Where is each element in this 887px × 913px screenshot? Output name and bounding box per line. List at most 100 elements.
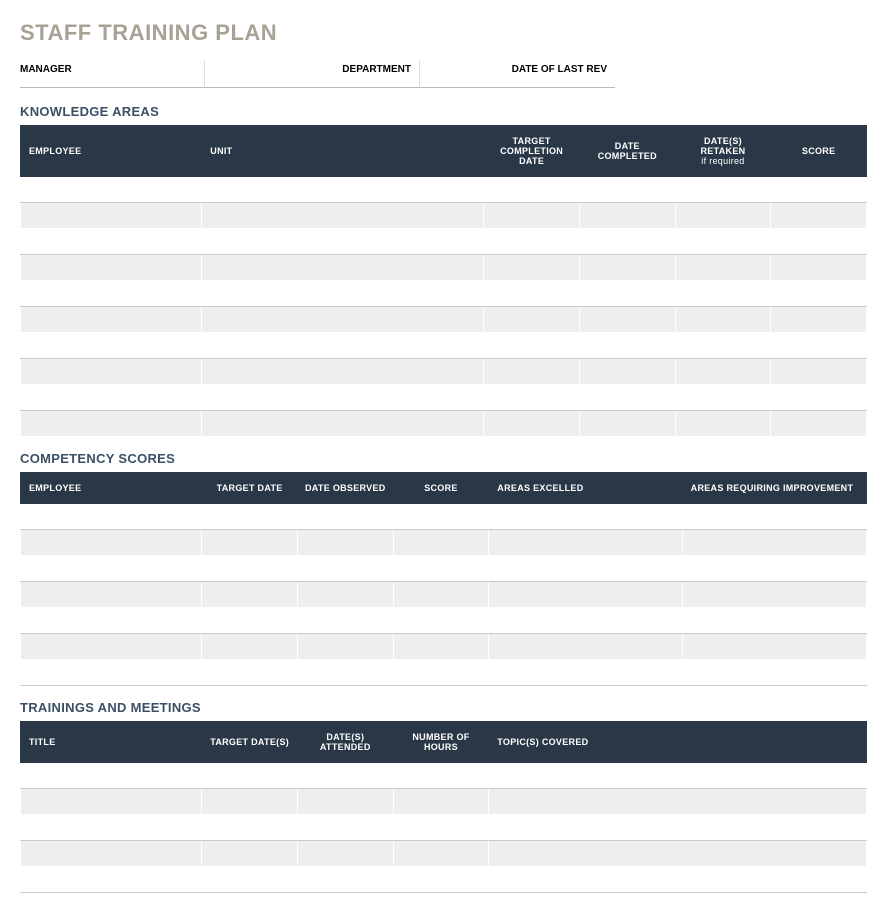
cell-target_dates[interactable]: [202, 841, 298, 867]
cell-hours[interactable]: [393, 763, 489, 789]
cell-score[interactable]: [393, 504, 489, 530]
cell-target_completion[interactable]: [484, 333, 580, 359]
cell-target_date[interactable]: [202, 556, 298, 582]
cell-dates_retaken[interactable]: [675, 229, 771, 255]
cell-score[interactable]: [771, 359, 867, 385]
cell-date_completed[interactable]: [579, 411, 675, 437]
cell-date_observed[interactable]: [297, 504, 393, 530]
cell-target_completion[interactable]: [484, 411, 580, 437]
cell-hours[interactable]: [393, 815, 489, 841]
cell-dates_retaken[interactable]: [675, 177, 771, 203]
cell-target_completion[interactable]: [484, 307, 580, 333]
cell-areas_improvement[interactable]: [682, 634, 866, 660]
cell-dates_attended[interactable]: [297, 841, 393, 867]
cell-target_dates[interactable]: [202, 789, 298, 815]
cell-target_date[interactable]: [202, 530, 298, 556]
cell-dates_retaken[interactable]: [675, 307, 771, 333]
cell-unit[interactable]: [202, 177, 484, 203]
cell-score[interactable]: [393, 530, 489, 556]
cell-date_observed[interactable]: [297, 582, 393, 608]
cell-employee[interactable]: [21, 177, 202, 203]
cell-employee[interactable]: [21, 530, 202, 556]
cell-target_completion[interactable]: [484, 203, 580, 229]
cell-date_completed[interactable]: [579, 385, 675, 411]
cell-employee[interactable]: [21, 634, 202, 660]
cell-areas_excelled[interactable]: [489, 660, 682, 686]
cell-areas_improvement[interactable]: [682, 582, 866, 608]
cell-dates_attended[interactable]: [297, 815, 393, 841]
cell-dates_attended[interactable]: [297, 867, 393, 893]
cell-title[interactable]: [21, 789, 202, 815]
cell-date_completed[interactable]: [579, 281, 675, 307]
cell-employee[interactable]: [21, 660, 202, 686]
cell-employee[interactable]: [21, 411, 202, 437]
cell-score[interactable]: [393, 582, 489, 608]
cell-date_completed[interactable]: [579, 203, 675, 229]
cell-target_completion[interactable]: [484, 229, 580, 255]
cell-employee[interactable]: [21, 281, 202, 307]
cell-unit[interactable]: [202, 229, 484, 255]
cell-topics[interactable]: [489, 867, 867, 893]
cell-dates_retaken[interactable]: [675, 255, 771, 281]
cell-dates_retaken[interactable]: [675, 333, 771, 359]
cell-title[interactable]: [21, 815, 202, 841]
cell-unit[interactable]: [202, 359, 484, 385]
cell-topics[interactable]: [489, 763, 867, 789]
cell-hours[interactable]: [393, 841, 489, 867]
cell-date_observed[interactable]: [297, 660, 393, 686]
cell-areas_improvement[interactable]: [682, 530, 866, 556]
cell-dates_retaken[interactable]: [675, 385, 771, 411]
cell-areas_improvement[interactable]: [682, 660, 866, 686]
cell-hours[interactable]: [393, 867, 489, 893]
cell-target_dates[interactable]: [202, 763, 298, 789]
cell-date_observed[interactable]: [297, 608, 393, 634]
cell-areas_excelled[interactable]: [489, 582, 682, 608]
cell-unit[interactable]: [202, 203, 484, 229]
cell-target_dates[interactable]: [202, 815, 298, 841]
cell-unit[interactable]: [202, 255, 484, 281]
cell-dates_retaken[interactable]: [675, 203, 771, 229]
cell-target_date[interactable]: [202, 608, 298, 634]
cell-unit[interactable]: [202, 385, 484, 411]
cell-score[interactable]: [771, 177, 867, 203]
cell-score[interactable]: [771, 333, 867, 359]
cell-score[interactable]: [771, 307, 867, 333]
cell-areas_improvement[interactable]: [682, 504, 866, 530]
cell-date_observed[interactable]: [297, 634, 393, 660]
cell-score[interactable]: [393, 634, 489, 660]
cell-title[interactable]: [21, 763, 202, 789]
cell-employee[interactable]: [21, 359, 202, 385]
cell-score[interactable]: [771, 281, 867, 307]
cell-date_observed[interactable]: [297, 556, 393, 582]
cell-areas_excelled[interactable]: [489, 556, 682, 582]
cell-score[interactable]: [771, 255, 867, 281]
cell-topics[interactable]: [489, 841, 867, 867]
cell-topics[interactable]: [489, 815, 867, 841]
cell-dates_retaken[interactable]: [675, 359, 771, 385]
cell-score[interactable]: [393, 660, 489, 686]
cell-unit[interactable]: [202, 411, 484, 437]
cell-employee[interactable]: [21, 385, 202, 411]
cell-employee[interactable]: [21, 504, 202, 530]
cell-unit[interactable]: [202, 307, 484, 333]
cell-employee[interactable]: [21, 582, 202, 608]
cell-employee[interactable]: [21, 307, 202, 333]
cell-areas_excelled[interactable]: [489, 608, 682, 634]
cell-areas_excelled[interactable]: [489, 634, 682, 660]
cell-employee[interactable]: [21, 203, 202, 229]
cell-target_date[interactable]: [202, 634, 298, 660]
cell-date_completed[interactable]: [579, 333, 675, 359]
cell-title[interactable]: [21, 867, 202, 893]
cell-score[interactable]: [393, 556, 489, 582]
cell-date_completed[interactable]: [579, 359, 675, 385]
cell-employee[interactable]: [21, 229, 202, 255]
cell-date_observed[interactable]: [297, 530, 393, 556]
cell-employee[interactable]: [21, 255, 202, 281]
cell-target_dates[interactable]: [202, 867, 298, 893]
cell-date_completed[interactable]: [579, 177, 675, 203]
cell-target_completion[interactable]: [484, 281, 580, 307]
cell-employee[interactable]: [21, 333, 202, 359]
cell-target_completion[interactable]: [484, 359, 580, 385]
cell-areas_improvement[interactable]: [682, 608, 866, 634]
cell-target_date[interactable]: [202, 582, 298, 608]
